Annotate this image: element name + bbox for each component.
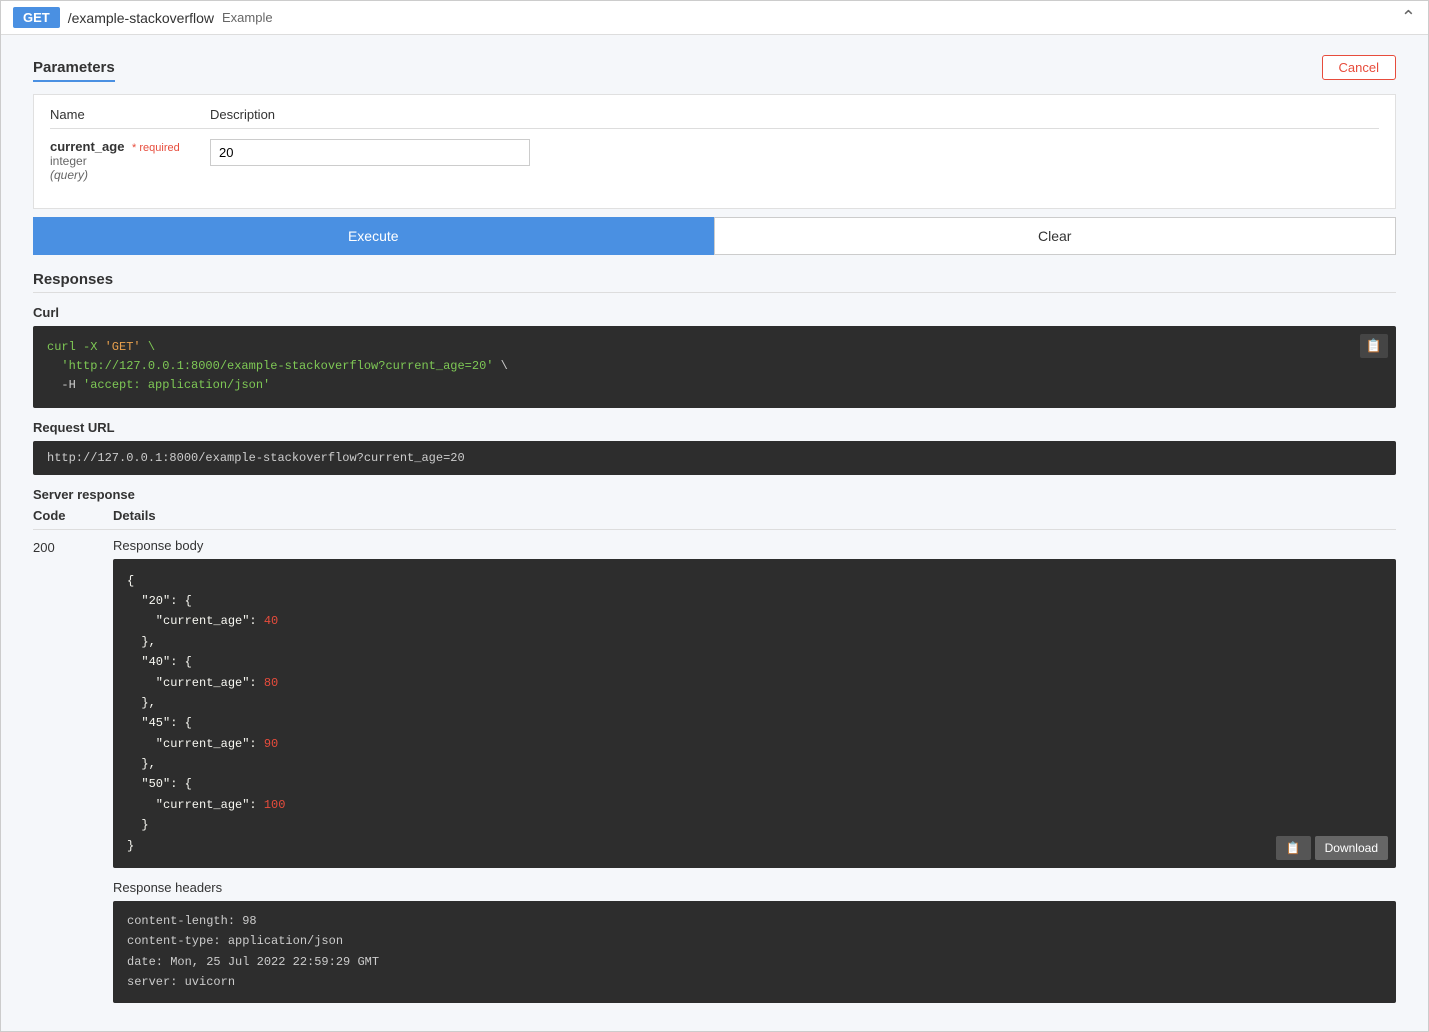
header-date: date: Mon, 25 Jul 2022 22:59:29 GMT xyxy=(127,955,379,969)
cancel-button[interactable]: Cancel xyxy=(1322,55,1396,80)
response-col-code: Code xyxy=(33,508,113,523)
response-copy-button[interactable]: 📋 xyxy=(1276,836,1311,860)
response-headers-block: content-length: 98 content-type: applica… xyxy=(113,901,1396,1003)
header-server: server: uvicorn xyxy=(127,975,235,989)
response-col-details: Details xyxy=(113,508,1396,523)
required-badge: * required xyxy=(132,142,180,154)
header-content-type: content-type: application/json xyxy=(127,934,343,948)
curl-line2: 'http://127.0.0.1:8000/example-stackover… xyxy=(47,359,508,373)
main-content: Parameters Cancel Name Description curre… xyxy=(1,35,1428,1031)
parameters-section: Name Description current_age * required … xyxy=(33,94,1396,209)
response-code: 200 xyxy=(33,538,113,555)
curl-code-block: curl -X 'GET' \ 'http://127.0.0.1:8000/e… xyxy=(33,326,1396,408)
request-url-section: Request URL http://127.0.0.1:8000/exampl… xyxy=(33,420,1396,475)
param-name-cell: current_age * required integer (query) xyxy=(50,139,210,182)
responses-title: Responses xyxy=(33,271,1396,293)
server-response-title: Server response xyxy=(33,487,1396,502)
curl-line3: -H 'accept: application/json' xyxy=(47,378,270,392)
response-body-block: { "20": { "current_age": 40 }, "40": { "… xyxy=(113,559,1396,868)
param-type: integer xyxy=(50,154,210,168)
request-url-title: Request URL xyxy=(33,420,1396,435)
header-bar: GET /example-stackoverflow Example ⌃ xyxy=(1,1,1428,35)
action-buttons: Execute Clear xyxy=(33,217,1396,255)
parameters-area: Parameters Cancel Name Description curre… xyxy=(17,35,1412,255)
param-input-cell xyxy=(210,139,530,166)
parameters-header-row: Parameters Cancel xyxy=(33,47,1396,94)
response-row: 200 Response body { "20": { "current_age… xyxy=(33,538,1396,1003)
current-age-input[interactable] xyxy=(210,139,530,166)
param-location: (query) xyxy=(50,168,210,182)
collapse-icon[interactable]: ⌃ xyxy=(1401,7,1416,28)
response-details: Response body { "20": { "current_age": 4… xyxy=(113,538,1396,1003)
request-url-block: http://127.0.0.1:8000/example-stackoverf… xyxy=(33,441,1396,475)
clear-button[interactable]: Clear xyxy=(714,217,1397,255)
curl-section: Curl curl -X 'GET' \ 'http://127.0.0.1:8… xyxy=(33,305,1396,408)
curl-line1: curl -X 'GET' \ xyxy=(47,340,155,354)
curl-title: Curl xyxy=(33,305,1396,320)
curl-copy-button[interactable]: 📋 xyxy=(1360,334,1388,358)
header-left: GET /example-stackoverflow Example xyxy=(13,7,273,28)
server-response-section: Server response Code Details 200 Respons… xyxy=(33,487,1396,1003)
response-action-buttons: 📋 Download xyxy=(1276,836,1388,860)
execute-button[interactable]: Execute xyxy=(33,217,714,255)
responses-section: Responses Curl curl -X 'GET' \ 'http://1… xyxy=(17,271,1412,1003)
response-download-button[interactable]: Download xyxy=(1315,836,1388,860)
param-col-desc-header: Description xyxy=(210,107,1379,122)
parameter-row: current_age * required integer (query) xyxy=(50,139,1379,182)
endpoint-description: Example xyxy=(222,10,273,25)
response-table-header: Code Details xyxy=(33,508,1396,530)
request-url-value: http://127.0.0.1:8000/example-stackoverf… xyxy=(47,451,465,465)
param-name: current_age xyxy=(50,139,124,154)
header-content-length: content-length: 98 xyxy=(127,914,257,928)
parameters-title: Parameters xyxy=(33,47,115,94)
response-body-label: Response body xyxy=(113,538,1396,553)
param-col-name-header: Name xyxy=(50,107,210,122)
method-badge: GET xyxy=(13,7,60,28)
response-headers-label: Response headers xyxy=(113,880,1396,895)
endpoint-path: /example-stackoverflow xyxy=(68,10,214,26)
param-table-header: Name Description xyxy=(50,107,1379,129)
